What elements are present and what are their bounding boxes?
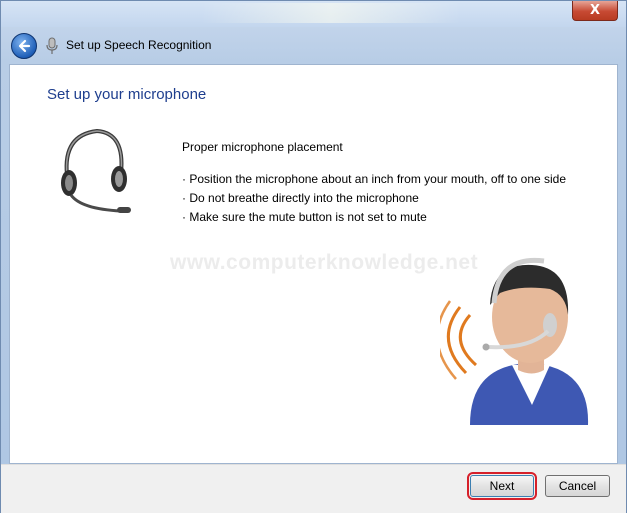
- close-icon: X: [589, 3, 601, 18]
- page-title: Set up your microphone: [47, 86, 207, 103]
- watermark: www.computerknowledge.net: [170, 251, 479, 274]
- list-item: Position the microphone about an inch fr…: [182, 170, 566, 189]
- placement-tips-list: Position the microphone about an inch fr…: [182, 170, 566, 227]
- wizard-content: Set up your microphone Proper microphone…: [9, 64, 618, 464]
- cancel-button[interactable]: Cancel: [545, 475, 610, 497]
- close-button[interactable]: X: [572, 1, 618, 21]
- window-title: Set up Speech Recognition: [66, 38, 212, 52]
- headset-icon: [61, 128, 131, 213]
- wizard-footer: Next Cancel: [1, 464, 626, 513]
- microphone-icon: [46, 37, 58, 54]
- list-item: Make sure the mute button is not set to …: [182, 208, 566, 227]
- title-bar-reflection: [201, 3, 461, 23]
- next-button[interactable]: Next: [467, 472, 537, 500]
- list-item: Do not breathe directly into the microph…: [182, 189, 566, 208]
- title-bar: X: [1, 1, 626, 27]
- speech-recognition-window: X Set up Speech Recognition Set up your …: [0, 0, 627, 513]
- person-with-headset-illustration: [440, 257, 589, 425]
- navigation-bar: Set up Speech Recognition: [1, 27, 626, 63]
- back-button[interactable]: [11, 33, 37, 59]
- placement-subheading: Proper microphone placement: [182, 140, 343, 154]
- back-arrow-icon: [18, 39, 31, 53]
